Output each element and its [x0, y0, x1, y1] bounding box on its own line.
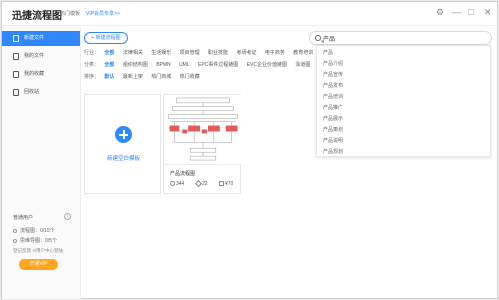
- eye-icon: [170, 181, 175, 187]
- suggestion-item[interactable]: 产品说明: [323, 137, 343, 144]
- filter-option[interactable]: 组织结构图: [123, 62, 148, 68]
- sidebar-item-favorites[interactable]: 我的收藏: [2, 67, 80, 82]
- filter-option[interactable]: EVC企业价值链图: [247, 62, 287, 68]
- suggestion-item[interactable]: 产品宣传: [323, 71, 343, 78]
- new-file-icon: [13, 35, 19, 42]
- suggestion-item[interactable]: 产品规划: [323, 148, 343, 155]
- filter-option[interactable]: 最新上架: [123, 74, 143, 80]
- mindmap-quota-text: 思维导图：0/5个: [20, 238, 57, 244]
- app-window: 迅捷流程图 热门模板 VIP会员专享>> ⚙ — □ ✕ 新建文件 我的文件 我…: [1, 1, 498, 299]
- new-blank-template-card[interactable]: 新建空白模板: [84, 94, 161, 194]
- suggestion-item[interactable]: 产品培训: [323, 93, 343, 100]
- filter-label: 行业：: [84, 50, 100, 56]
- suggestion-item[interactable]: 产品发布: [323, 82, 343, 89]
- account-links[interactable]: 登记反馈 ⊙用户中心登陆: [13, 248, 63, 254]
- category-filter: 分类： 全部 组织结构图 BPMN UML EPC事件过程链图 EVC企业价值链…: [84, 61, 317, 68]
- suggestion-item[interactable]: 产品推广: [323, 104, 343, 111]
- filter-option[interactable]: 热门商城: [151, 74, 171, 80]
- settings-icon[interactable]: ⚙: [436, 7, 444, 17]
- filter-option[interactable]: 默认: [104, 74, 114, 80]
- search-input[interactable]: [323, 34, 483, 43]
- sidebar-item-label: 我的收藏: [24, 71, 45, 77]
- views-stat: 344: [170, 181, 184, 187]
- star-icon: [13, 71, 19, 78]
- quota-icon: [13, 238, 17, 243]
- search-icon: [315, 35, 321, 41]
- likes-stat[interactable]: 22: [194, 180, 208, 188]
- mindmap-quota: 思维导图：0/5个: [13, 237, 57, 244]
- sidebar-item-label: 我的文件: [24, 53, 45, 59]
- sidebar-item-trash[interactable]: 回收站: [2, 85, 80, 100]
- filter-option[interactable]: 热门收藏: [180, 74, 200, 80]
- filter-option[interactable]: 项目管理: [180, 50, 200, 56]
- template-name: 产品流程图: [170, 171, 196, 177]
- filter-label: 分类：: [84, 62, 100, 68]
- industry-filter: 行业： 全部 法律相关 生活娱乐 项目管理 职业技能 考研考证 电子商务 教育培…: [84, 49, 320, 56]
- filter-option[interactable]: BPMN: [156, 62, 170, 68]
- new-blank-label: 新建空白模板: [106, 156, 140, 162]
- price-value: ¥70: [225, 181, 234, 187]
- quota-icon: [13, 228, 17, 233]
- close-icon[interactable]: ✕: [484, 7, 492, 17]
- user-type: 普通用户: [13, 215, 34, 221]
- search-box: [309, 31, 492, 45]
- views-count: 344: [176, 181, 185, 187]
- filter-option[interactable]: 考研考证: [236, 50, 256, 56]
- hot-templates-link[interactable]: 热门模板: [60, 10, 80, 17]
- minimize-icon[interactable]: —: [452, 7, 461, 17]
- filter-option[interactable]: EPC事件过程链图: [198, 62, 238, 68]
- suggestion-item[interactable]: 产品介绍: [323, 60, 343, 67]
- suggestion-item[interactable]: 产品策划: [323, 126, 343, 133]
- sidebar-item-new-file[interactable]: 新建文件: [2, 31, 80, 46]
- price-stat: ¥70: [219, 181, 233, 187]
- price-tag-icon: [219, 181, 224, 187]
- suggestion-item[interactable]: 产品: [323, 49, 333, 56]
- filter-option[interactable]: 全部: [104, 62, 114, 68]
- info-icon[interactable]: i: [64, 213, 71, 220]
- filter-option[interactable]: UML: [179, 62, 190, 68]
- new-flowchart-button[interactable]: + 新建流程图: [84, 32, 128, 44]
- flow-quota: 流程图：0/15个: [13, 227, 55, 234]
- sidebar-item-my-files[interactable]: 我的文件: [2, 49, 80, 64]
- filter-option[interactable]: 职业技能: [208, 50, 228, 56]
- app-title: 迅捷流程图: [12, 11, 62, 22]
- star-icon: [194, 180, 203, 188]
- open-vip-button[interactable]: 开通VIP: [19, 259, 58, 270]
- plus-icon: [115, 126, 132, 143]
- folder-icon: [13, 53, 19, 60]
- sidebar-item-label: 新建文件: [24, 35, 45, 41]
- flow-quota-text: 流程图：0/15个: [20, 228, 55, 234]
- sidebar-item-label: 回收站: [24, 89, 40, 95]
- filter-label: 排序：: [84, 74, 100, 80]
- template-thumbnail: [164, 95, 242, 165]
- sort-filter: 排序： 默认 最新上架 热门商城 热门收藏: [84, 73, 207, 80]
- filter-option[interactable]: 教育培训: [293, 50, 313, 56]
- filter-option[interactable]: 法律相关: [123, 50, 143, 56]
- likes-count: 22: [202, 181, 208, 187]
- template-card[interactable]: 产品流程图 344 22 ¥70: [163, 94, 242, 194]
- trash-icon: [13, 89, 19, 96]
- maximize-icon[interactable]: □: [468, 7, 473, 17]
- filter-option[interactable]: 生活娱乐: [151, 50, 171, 56]
- filter-option[interactable]: 电子商务: [265, 50, 285, 56]
- filter-option[interactable]: 全部: [104, 50, 114, 56]
- filter-option[interactable]: 泳道图: [295, 62, 310, 68]
- search-suggestions: 产品 产品介绍 产品宣传 产品发布 产品培训 产品推广 产品展示 产品策划 产品…: [316, 45, 491, 157]
- title-bar: 迅捷流程图 热门模板 VIP会员专享>> ⚙ — □ ✕: [2, 2, 497, 26]
- suggestion-item[interactable]: 产品展示: [323, 115, 343, 122]
- vip-link[interactable]: VIP会员专享>>: [86, 10, 120, 17]
